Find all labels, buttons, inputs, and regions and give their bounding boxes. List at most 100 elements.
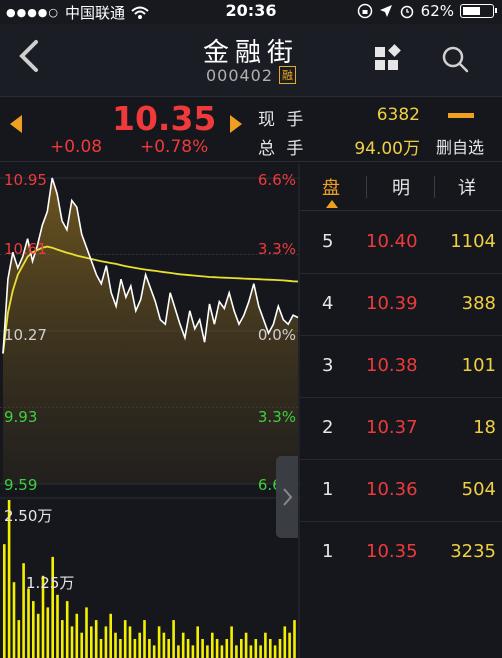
volume-bar [94, 620, 98, 658]
prev-stock-button[interactable] [10, 115, 22, 133]
volume-bar [128, 626, 132, 658]
search-icon [442, 46, 469, 73]
volume-bar [65, 601, 69, 658]
volume-bar [36, 613, 40, 658]
battery-percent: 62% [420, 2, 454, 20]
margin-badge: 融 [279, 66, 297, 84]
volume-bar [254, 639, 258, 658]
price-mid-high-label: 10.61 [4, 240, 47, 258]
row-price: 10.36 [366, 479, 418, 500]
remove-watchlist-button[interactable]: 删自选 [436, 134, 484, 158]
volume-bar [61, 620, 64, 658]
volume-bar [51, 556, 54, 658]
row-volume: 1104 [450, 231, 496, 252]
volume-bar [157, 626, 161, 658]
row-level: 5 [322, 231, 334, 252]
status-bar: ●●●●○ 中国联通 20:36 62% [0, 0, 502, 24]
volume-bar [70, 626, 74, 658]
stock-name: 金融街 [202, 38, 299, 68]
list-item[interactable]: 5 10.40 1104 [300, 211, 502, 274]
volume-bar [196, 626, 199, 658]
list-item[interactable]: 1 10.35 3235 [300, 521, 502, 583]
volume-bar [46, 607, 50, 658]
price-change-percent: +0.78% [140, 137, 209, 157]
volume-bar [133, 639, 137, 658]
tab-orderbook[interactable]: 盘 [322, 174, 340, 200]
price-base-label: 10.27 [4, 326, 47, 344]
volume-bar [99, 639, 103, 658]
status-right: 62% [357, 2, 497, 20]
price-low-label: 9.59 [4, 476, 37, 494]
volume-bar [27, 588, 30, 658]
battery-level [463, 7, 480, 15]
list-item[interactable]: 1 10.36 504 [300, 459, 502, 522]
next-stock-button[interactable] [230, 115, 242, 133]
volume-bar [143, 620, 146, 658]
grid-button[interactable] [372, 44, 406, 78]
chevron-right-icon [283, 488, 293, 506]
volume-bar [244, 632, 248, 658]
volume-bar [273, 645, 277, 658]
pct-mid-low-label: 3.3% [258, 408, 296, 426]
list-item[interactable]: 3 10.38 101 [300, 335, 502, 398]
volume-bar [264, 632, 267, 658]
volume-bar [211, 632, 214, 658]
row-volume: 101 [461, 355, 496, 376]
pct-mid-high-label: 3.3% [258, 240, 296, 258]
row-volume: 18 [473, 417, 496, 438]
volume-bar [172, 620, 175, 658]
row-price: 10.39 [366, 293, 418, 314]
row-level: 3 [322, 355, 334, 376]
list-item[interactable]: 2 10.37 18 [300, 397, 502, 460]
volume-bar [114, 632, 117, 658]
volume-bar [104, 626, 108, 658]
row-volume: 504 [461, 479, 496, 500]
pct-base-label: 0.0% [258, 326, 296, 344]
volume-bar [201, 639, 204, 658]
lock-rotation-icon [357, 3, 372, 19]
location-icon [379, 5, 392, 17]
volume-mid-label: 1.25万 [26, 574, 74, 592]
volume-bar [186, 639, 190, 658]
volume-bar [152, 645, 156, 658]
volume-bar [269, 639, 272, 658]
volume-bar [123, 620, 127, 658]
row-level: 1 [322, 541, 334, 562]
volume-bar [109, 613, 112, 658]
volume-top-label: 2.50万 [4, 507, 52, 525]
volume-bar [177, 645, 180, 658]
price-high-label: 10.95 [4, 171, 47, 189]
list-item[interactable]: 4 10.39 388 [300, 273, 502, 336]
volume-bar [220, 645, 224, 658]
volume-bar [167, 639, 170, 658]
volume-bar [56, 594, 59, 658]
volume-bar [240, 639, 243, 658]
volume-bar [75, 613, 79, 658]
pct-high-label: 6.6% [258, 171, 296, 189]
volume-bar [235, 645, 238, 658]
tab-details[interactable]: 明 [392, 174, 410, 200]
nav-bar: 金融街 000402 融 [0, 24, 502, 97]
volume-bar [80, 632, 83, 658]
panel-toggle-handle[interactable] [276, 456, 298, 538]
battery-icon [460, 4, 497, 18]
volume-bar [249, 645, 253, 658]
row-level: 4 [322, 293, 334, 314]
watchlist-icon[interactable] [448, 113, 474, 118]
tab-info[interactable]: 详 [458, 174, 476, 200]
row-price: 10.37 [366, 417, 418, 438]
volume-bar [85, 607, 88, 658]
stock-subtitle: 000402 融 [0, 66, 502, 85]
price-change: +0.08 [50, 137, 103, 157]
row-price: 10.40 [366, 231, 418, 252]
row-level: 1 [322, 479, 334, 500]
volume-bar [12, 582, 16, 658]
volume-bar [288, 632, 291, 658]
search-button[interactable] [440, 44, 474, 78]
row-volume: 388 [461, 293, 496, 314]
volume-bar [259, 645, 262, 658]
current-price: 10.35 [112, 99, 217, 138]
row-level: 2 [322, 417, 334, 438]
tab-divider [366, 176, 367, 198]
volume-bar [3, 544, 6, 658]
